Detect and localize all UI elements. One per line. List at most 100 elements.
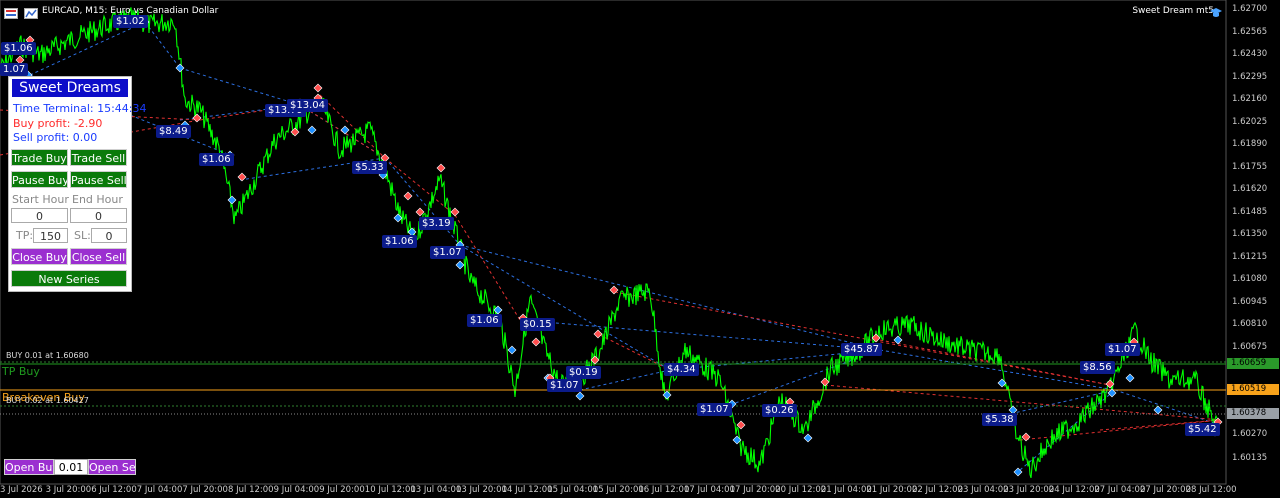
time-terminal: Time Terminal: 15:44:34: [13, 102, 147, 115]
time-tick-label: 3 Jul 2026: [0, 485, 43, 495]
time-tick-label: 28 Jul 12:00: [1185, 485, 1237, 495]
time-tick-label: 7 Jul 20:00: [182, 485, 228, 495]
buy-order-label-2: BUY 0.02 at 1.60427: [6, 396, 89, 405]
series-profit-tag: 1.07: [0, 63, 29, 76]
sell-arrow-icon: [593, 329, 603, 339]
panel-title[interactable]: Sweet Dreams: [11, 78, 129, 98]
series-profit-tag: $1.07: [547, 379, 582, 392]
time-tick-label: 17 Jul 20:00: [729, 485, 781, 495]
buy-series-link: [179, 67, 301, 106]
trade-buy-button[interactable]: Trade Buy: [11, 149, 68, 166]
window-menu-icon[interactable]: [4, 4, 18, 19]
series-profit-tag: $5.38: [982, 413, 1017, 426]
time-tick-label: 27 Jul 04:00: [1094, 485, 1146, 495]
price-tick-label: 1.62160: [1232, 94, 1268, 104]
tp-input[interactable]: 150: [33, 228, 68, 243]
time-tick-label: 6 Jul 12:00: [91, 485, 137, 495]
chart-area[interactable]: EURCAD, M15: Euro vs Canadian Dollar Swe…: [0, 0, 1280, 498]
time-tick-label: 20 Jul 12:00: [775, 485, 827, 495]
series-profit-tag: $1.06: [467, 314, 502, 327]
series-profit-tag: $0.26: [762, 404, 797, 417]
lot-input[interactable]: 0.01: [54, 459, 88, 475]
time-tick-label: 27 Jul 20:00: [1140, 485, 1191, 495]
price-tick-label: 1.60135: [1232, 453, 1268, 463]
price-tick-label: 1.61080: [1232, 274, 1268, 284]
sl-label: SL:: [74, 229, 91, 242]
new-series-button[interactable]: New Series: [11, 270, 127, 287]
sell-arrow-icon: [403, 191, 413, 201]
sell-arrow-icon: [1021, 432, 1031, 442]
trade-sell-button[interactable]: Trade Sell: [70, 149, 127, 166]
series-profit-tag: $4.34: [664, 363, 699, 376]
time-tick-label: 9 Jul 20:00: [319, 485, 365, 495]
close-sell-button[interactable]: Close Sell: [70, 248, 127, 265]
series-profit-tag: $1.07: [697, 403, 732, 416]
time-tick-label: 21 Jul 04:00: [820, 485, 872, 495]
time-tick-label: 16 Jul 12:00: [638, 485, 690, 495]
series-profit-tag: $1.07: [1105, 343, 1140, 356]
price-tick-label: 1.62295: [1232, 71, 1268, 82]
sell-arrow-icon: [313, 83, 323, 93]
pause-sell-button[interactable]: Pause Sell: [70, 171, 127, 188]
close-buy-button[interactable]: Close Buy: [11, 248, 68, 265]
price-chart[interactable]: [0, 0, 1280, 498]
time-tick-label: 23 Jul 04:00: [957, 485, 1009, 495]
price-tick-label: 1.62565: [1232, 26, 1268, 37]
start-hour-label: Start Hour: [12, 193, 69, 206]
series-profit-tag: $1.06: [199, 153, 234, 166]
price-tick-label: 1.61485: [1232, 206, 1268, 217]
buy-profit: Buy profit: -2.90: [13, 117, 103, 130]
price-series: [0, 7, 1218, 479]
buy-arrow-icon: [175, 63, 185, 73]
price-tick-label: 1.62025: [1232, 116, 1268, 127]
sell-series-link: [879, 339, 1111, 386]
time-tick-label: 24 Jul 12:00: [1048, 485, 1100, 495]
chart-type-icon[interactable]: [24, 4, 38, 19]
price-tick-label: 1.62700: [1232, 4, 1268, 14]
sell-arrow-icon: [531, 337, 541, 347]
buy-arrow-icon: [575, 391, 585, 401]
sell-series-link: [599, 334, 671, 371]
sell-series-link: [319, 94, 386, 159]
price-tick-label: 1.62430: [1232, 49, 1268, 59]
buy-arrow-icon: [227, 195, 237, 205]
end-hour-input[interactable]: 0: [70, 208, 127, 223]
time-tick-label: 10 Jul 12:00: [364, 485, 416, 495]
time-tick-label: 9 Jul 04:00: [273, 485, 320, 495]
sell-arrow-icon: [192, 113, 202, 123]
price-tick-label: 1.60675: [1232, 341, 1268, 352]
series-profit-tag: $5.33: [352, 161, 387, 174]
expert-cap-icon[interactable]: [1209, 4, 1222, 17]
series-profit-tag: $0.19: [566, 366, 601, 379]
buy-arrow-icon: [1125, 373, 1135, 383]
start-hour-input[interactable]: 0: [11, 208, 68, 223]
expert-name: Sweet Dream mt5: [1132, 6, 1214, 16]
buy-arrow-icon: [340, 125, 350, 135]
buy-series-link: [459, 244, 671, 371]
time-tick-label: 13 Jul 04:00: [410, 485, 462, 495]
buy-arrow-icon: [803, 433, 813, 443]
time-tick-label: 3 Jul 20:00: [45, 485, 92, 495]
series-profit-tag: $1.07: [430, 246, 465, 259]
price-level-tag: 1.60378: [1227, 408, 1279, 419]
pause-buy-button[interactable]: Pause Buy: [11, 171, 68, 188]
series-profit-tag: $1.02: [113, 15, 148, 28]
price-tick-label: 1.60810: [1232, 319, 1268, 329]
price-tick-label: 1.61755: [1232, 161, 1268, 172]
price-level-tag: 1.60519: [1227, 384, 1279, 395]
price-tick-label: 1.61215: [1232, 251, 1268, 262]
time-tick-label: 8 Jul 12:00: [228, 485, 274, 495]
buy-order-label: BUY 0.01 at 1.60680: [6, 351, 89, 360]
open-buy-button[interactable]: Open Buy: [4, 459, 54, 475]
time-tick-label: 15 Jul 20:00: [592, 485, 644, 495]
open-sell-button[interactable]: Open Sell: [88, 459, 136, 475]
end-hour-label: End Hour: [72, 193, 123, 206]
time-tick-label: 21 Jul 20:00: [866, 485, 918, 495]
sl-input[interactable]: 0: [91, 228, 127, 243]
buy-series-link: [519, 319, 881, 351]
time-tick-label: 23 Jul 20:00: [1003, 485, 1055, 495]
price-tick-label: 1.60270: [1232, 429, 1268, 439]
tp-label: TP:: [16, 229, 34, 242]
time-tick-label: 13 Jul 20:00: [456, 485, 507, 495]
series-profit-tag: $3.19: [419, 217, 454, 230]
